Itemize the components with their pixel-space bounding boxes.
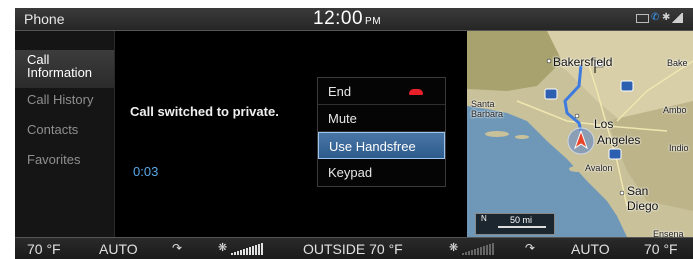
menu-item-label: Keypad [328,165,373,180]
phone-connected-icon: ✆ [651,12,660,23]
hang-up-icon [409,89,423,95]
fan-speed-level[interactable] [231,243,263,255]
map-label-ambo: Ambo [663,105,687,115]
sidebar-item-contacts[interactable]: Contacts [15,122,114,137]
map-label-indio: Indio [669,143,689,153]
fan-icon-right: ❋ [449,242,459,254]
left-auto-mode[interactable]: AUTO [99,241,138,257]
keypad-button[interactable]: Keypad [318,159,445,186]
map-label-bakersfield: Bakersfield [553,55,613,69]
call-status-message: Call switched to private. [130,104,279,119]
call-panel: Call switched to private. 0:03 End Mute … [115,31,467,237]
map-label-santa: Santa [471,99,495,109]
use-handsfree-button[interactable]: Use Handsfree [318,132,445,159]
outside-temperature: OUTSIDE 70 °F [303,241,403,257]
fan-icon: ❋ [218,242,228,254]
fan-speed-level-right[interactable] [462,243,494,255]
bluetooth-icon: ✱ [662,12,671,23]
sidebar-item-favorites[interactable]: Favorites [15,152,114,167]
map-scale: N 50 mi [475,213,555,235]
clock-time: 12:00 [313,8,364,29]
sidebar-item-label: Contacts [27,122,79,137]
end-call-button[interactable]: End [318,78,445,105]
map-label-angeles: Angeles [597,133,641,147]
navigation-map[interactable]: Bakersfield Bake Santa Barbara Los Angel… [467,31,693,237]
app-title: Phone [24,11,65,27]
north-indicator-icon: N [481,214,487,223]
map-label-los: Los [594,117,614,131]
map-label-san: San [627,184,649,198]
mute-button[interactable]: Mute [318,105,445,132]
left-temperature[interactable]: 70 °F [27,241,61,257]
sidebar: Call Information Call History Contacts F… [15,31,115,237]
map-label-diego: Diego [627,199,659,213]
menu-item-label: End [328,84,352,99]
climate-bar: 70 °F AUTO ↷ ❋ OUTSIDE 70 °F ❋ ↷ AUTO 70… [15,237,693,259]
status-icons: ✆ ✱ [636,13,683,23]
right-temperature[interactable]: 70 °F [644,241,678,257]
map-label-barbara: Barbara [471,109,504,119]
scale-label: 50 mi [510,215,533,225]
sidebar-item-label: Call History [27,92,94,107]
menu-item-label: Mute [328,111,357,126]
sidebar-item-call-information[interactable]: Call Information [15,50,114,88]
battery-icon [636,13,649,23]
map-label-avalon: Avalon [585,163,613,173]
call-timer: 0:03 [133,164,159,179]
call-options-menu: End Mute Use Handsfree Keypad [317,77,446,187]
sidebar-item-label: Information [27,65,93,80]
clock: 12:00 PM [313,8,381,30]
signal-icon [671,13,683,23]
sidebar-item-label: Favorites [27,152,81,167]
head-unit-screen: Phone 12:00 PM ✆ ✱ Call Information Call … [15,8,693,259]
menu-item-label: Use Handsfree [329,139,416,154]
airflow-icon[interactable]: ↷ [172,241,182,255]
airflow-icon-right[interactable]: ↷ [525,241,535,255]
top-status-bar: Phone 12:00 PM ✆ ✱ [15,8,693,31]
map-label-bake: Bake [667,58,688,68]
right-auto-mode[interactable]: AUTO [571,241,610,257]
map-label-ensena: Ensena [653,229,684,237]
scale-bar [498,226,546,228]
clock-ampm: PM [365,16,382,27]
sidebar-item-call-history[interactable]: Call History [15,92,114,107]
